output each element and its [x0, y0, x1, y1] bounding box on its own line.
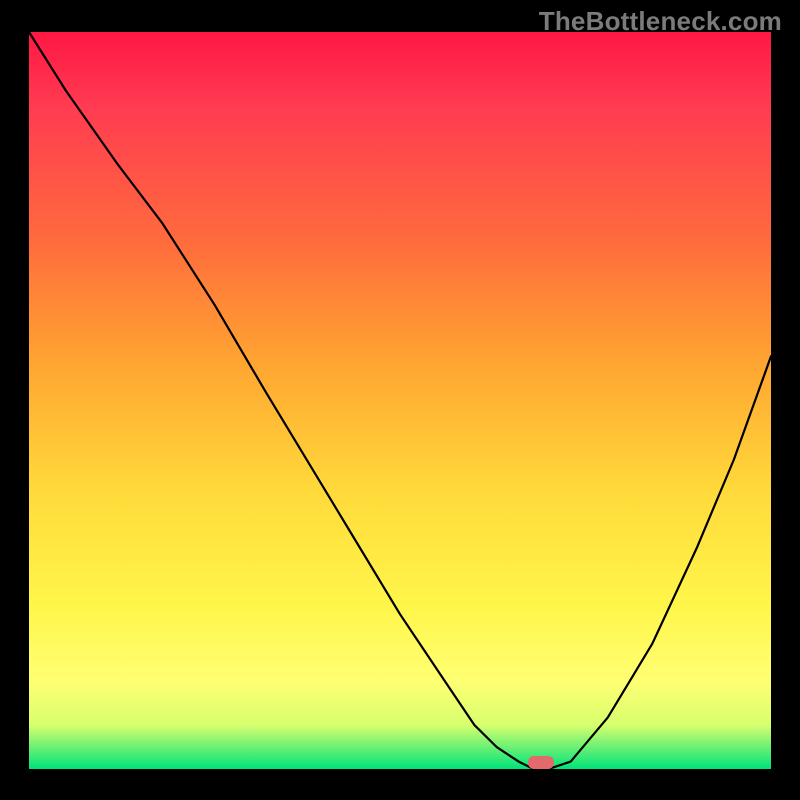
chart-frame: TheBottleneck.com	[0, 0, 800, 800]
min-marker	[528, 756, 554, 769]
chart-svg	[29, 32, 771, 769]
plot-area	[29, 32, 771, 769]
chart-curve	[29, 32, 771, 769]
